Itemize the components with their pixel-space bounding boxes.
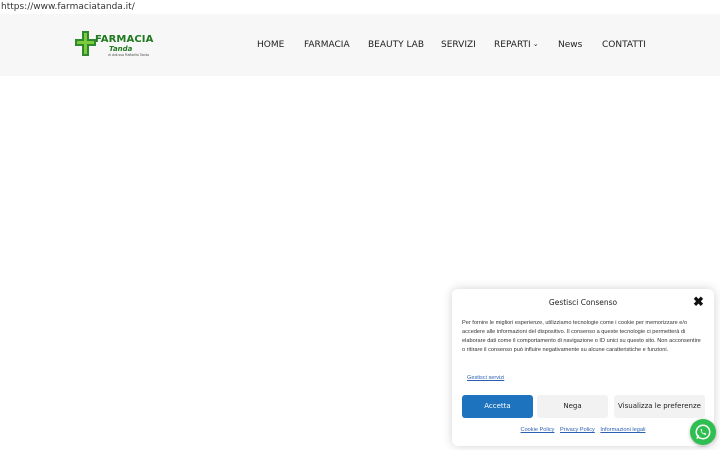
nav-beauty-lab[interactable]: BEAUTY LAB	[368, 40, 424, 50]
logo-tagline: di dott.ssa Raffaella Tanda	[108, 53, 150, 57]
nav-farmacia[interactable]: FARMACIA	[304, 40, 350, 50]
preferences-button[interactable]: Visualizza le preferenze	[614, 395, 705, 418]
pharmacy-cross-icon	[75, 31, 96, 56]
nav-home[interactable]: HOME	[257, 40, 284, 50]
whatsapp-glyph	[695, 424, 711, 440]
nav-reparti-label: REPARTI	[494, 40, 531, 50]
manage-services-link[interactable]: Gestisci servizi	[467, 375, 504, 381]
deny-button[interactable]: Nega	[537, 395, 608, 418]
nav-reparti[interactable]: REPARTI ⌄	[494, 40, 539, 50]
accept-button[interactable]: Accetta	[462, 395, 533, 418]
url-text: https://www.farmaciatanda.it/	[1, 2, 135, 12]
nav-servizi[interactable]: SERVIZI	[441, 40, 476, 50]
cookie-policy-link[interactable]: Cookie Policy	[521, 427, 555, 433]
consent-body: Per fornire le migliori esperienze, util…	[462, 320, 701, 353]
consent-footer-links: Cookie Policy Privacy Policy Informazion…	[452, 427, 714, 433]
nav-news[interactable]: News	[558, 40, 582, 50]
whatsapp-icon[interactable]	[690, 419, 716, 445]
close-icon[interactable]: ✖	[693, 294, 704, 310]
chevron-down-icon: ⌄	[532, 40, 539, 48]
site-logo[interactable]: FARMACIA Tanda di dott.ssa Raffaella Tan…	[75, 30, 155, 60]
nav-contatti[interactable]: CONTATTI	[602, 40, 646, 50]
logo-subname: Tanda	[109, 45, 133, 53]
consent-title: Gestisci Consenso	[548, 298, 618, 307]
logo-name: FARMACIA	[95, 34, 154, 45]
cookie-consent-dialog: Gestisci Consenso ✖ Per fornire le migli…	[452, 289, 714, 446]
legal-info-link[interactable]: Informazioni legali	[600, 427, 645, 433]
site-header: FARMACIA Tanda di dott.ssa Raffaella Tan…	[0, 14, 720, 76]
privacy-policy-link[interactable]: Privacy Policy	[560, 427, 595, 433]
